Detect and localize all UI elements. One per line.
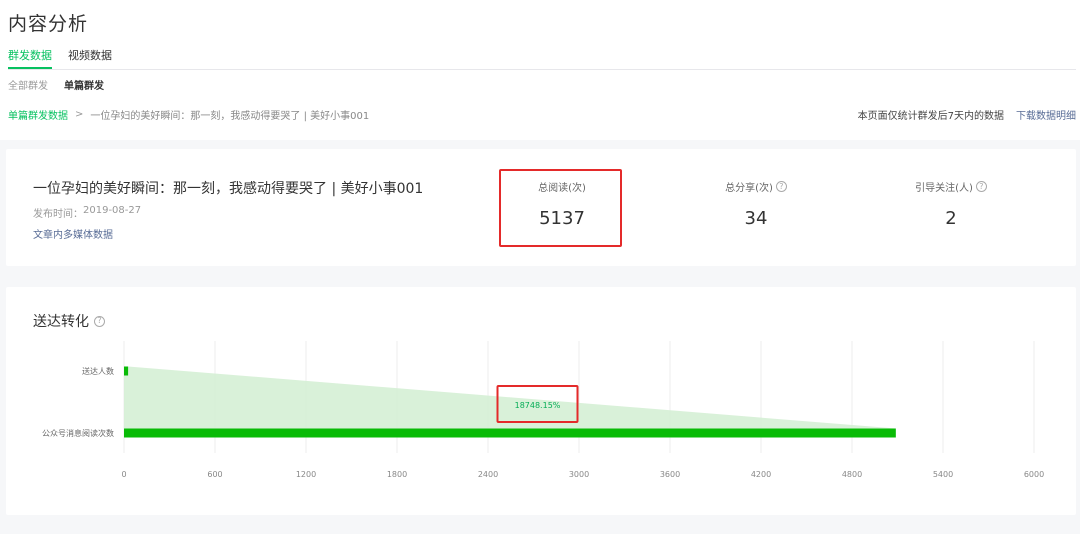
- bar-0: [124, 366, 129, 376]
- stat-follows-value: 2: [945, 208, 957, 229]
- x-tick-label: 6000: [1024, 470, 1044, 479]
- y-category-label: 公众号消息阅读次数: [42, 428, 114, 438]
- subtab-all-sends[interactable]: 全部群发: [8, 77, 48, 92]
- x-tick-label: 4800: [842, 470, 862, 479]
- page-title: 内容分析: [8, 13, 89, 35]
- article-summary-card: 一位孕妇的美好瞬间：那一刻，我感动得要哭了 | 美好小事001 发布时间： 20…: [6, 149, 1076, 266]
- notice-text: 本页面仅统计群发后7天内的数据: [857, 111, 1004, 122]
- download-details-link[interactable]: 下载数据明细: [1016, 107, 1076, 122]
- header: 内容分析 群发数据 视频数据 全部群发 单篇群发 单篇群发数据 > 一位孕妇的美…: [0, 0, 1080, 140]
- stat-label: 总分享(次) ?: [676, 179, 836, 194]
- stat-follows-label: 引导关注(人): [915, 183, 973, 194]
- main-tabs: 群发数据 视频数据: [8, 47, 128, 69]
- tabs-divider: [8, 69, 1076, 70]
- help-icon[interactable]: ?: [975, 181, 987, 192]
- x-tick-label: 600: [207, 470, 222, 479]
- conversion-card: 送达转化 ? 0 600 1200 1800 2400 3000 3600 4200 4800 5…: [6, 287, 1076, 515]
- x-tick-label: 3000: [569, 470, 589, 479]
- x-tick-label: 5400: [933, 470, 953, 479]
- stat-total-reads: 总阅读(次) 5137: [482, 179, 642, 229]
- x-tick-label: 3600: [660, 470, 680, 479]
- stat-total-reads-value: 5137: [539, 208, 585, 229]
- breadcrumb-parent-link[interactable]: 单篇群发数据: [8, 107, 68, 122]
- x-tick-label: 4200: [751, 470, 771, 479]
- tab-video-data[interactable]: 视频数据: [68, 47, 112, 69]
- funnel-area: [124, 366, 896, 429]
- stat-total-shares: 总分享(次) ? 34: [676, 179, 836, 229]
- publish-time-value: 2019-08-27: [83, 205, 142, 216]
- stat-label: 引导关注(人) ?: [871, 179, 1031, 194]
- stat-total-reads-label: 总阅读(次): [538, 183, 586, 194]
- subtab-single-send[interactable]: 单篇群发: [64, 77, 104, 92]
- breadcrumb: 单篇群发数据 > 一位孕妇的美好瞬间：那一刻，我感动得要哭了 | 美好小事001: [8, 107, 369, 122]
- media-data-link[interactable]: 文章内多媒体数据: [33, 226, 113, 241]
- x-tick-label: 1200: [296, 470, 316, 479]
- help-icon[interactable]: ?: [775, 181, 787, 192]
- x-tick-label: 0: [121, 470, 126, 479]
- breadcrumb-separator: >: [75, 109, 84, 120]
- conversion-chart: 0 600 1200 1800 2400 3000 3600 4200 4800 5400 6000…: [42, 341, 1044, 479]
- x-tick-label: 1800: [387, 470, 407, 479]
- sub-tabs: 全部群发 单篇群发: [8, 77, 120, 92]
- stat-total-shares-label: 总分享(次): [725, 183, 773, 194]
- y-category-label: 送达人数: [82, 366, 114, 376]
- stat-total-shares-value: 34: [744, 208, 768, 229]
- bar-1: [124, 428, 896, 438]
- publish-time-label: 发布时间：: [33, 209, 83, 220]
- conversion-rate-label: 18748.15%: [515, 401, 561, 410]
- x-tick-label: 2400: [478, 470, 498, 479]
- stat-follows: 引导关注(人) ? 2: [871, 179, 1031, 229]
- tab-group-send-data[interactable]: 群发数据: [8, 47, 52, 69]
- notice-bar: 本页面仅统计群发后7天内的数据 下载数据明细: [858, 107, 1076, 122]
- publish-time: 发布时间： 2019-08-27: [33, 205, 141, 220]
- article-title: 一位孕妇的美好瞬间：那一刻，我感动得要哭了 | 美好小事001: [33, 181, 424, 197]
- breadcrumb-current: 一位孕妇的美好瞬间：那一刻，我感动得要哭了 | 美好小事001: [90, 111, 370, 122]
- stat-label: 总阅读(次): [482, 179, 642, 194]
